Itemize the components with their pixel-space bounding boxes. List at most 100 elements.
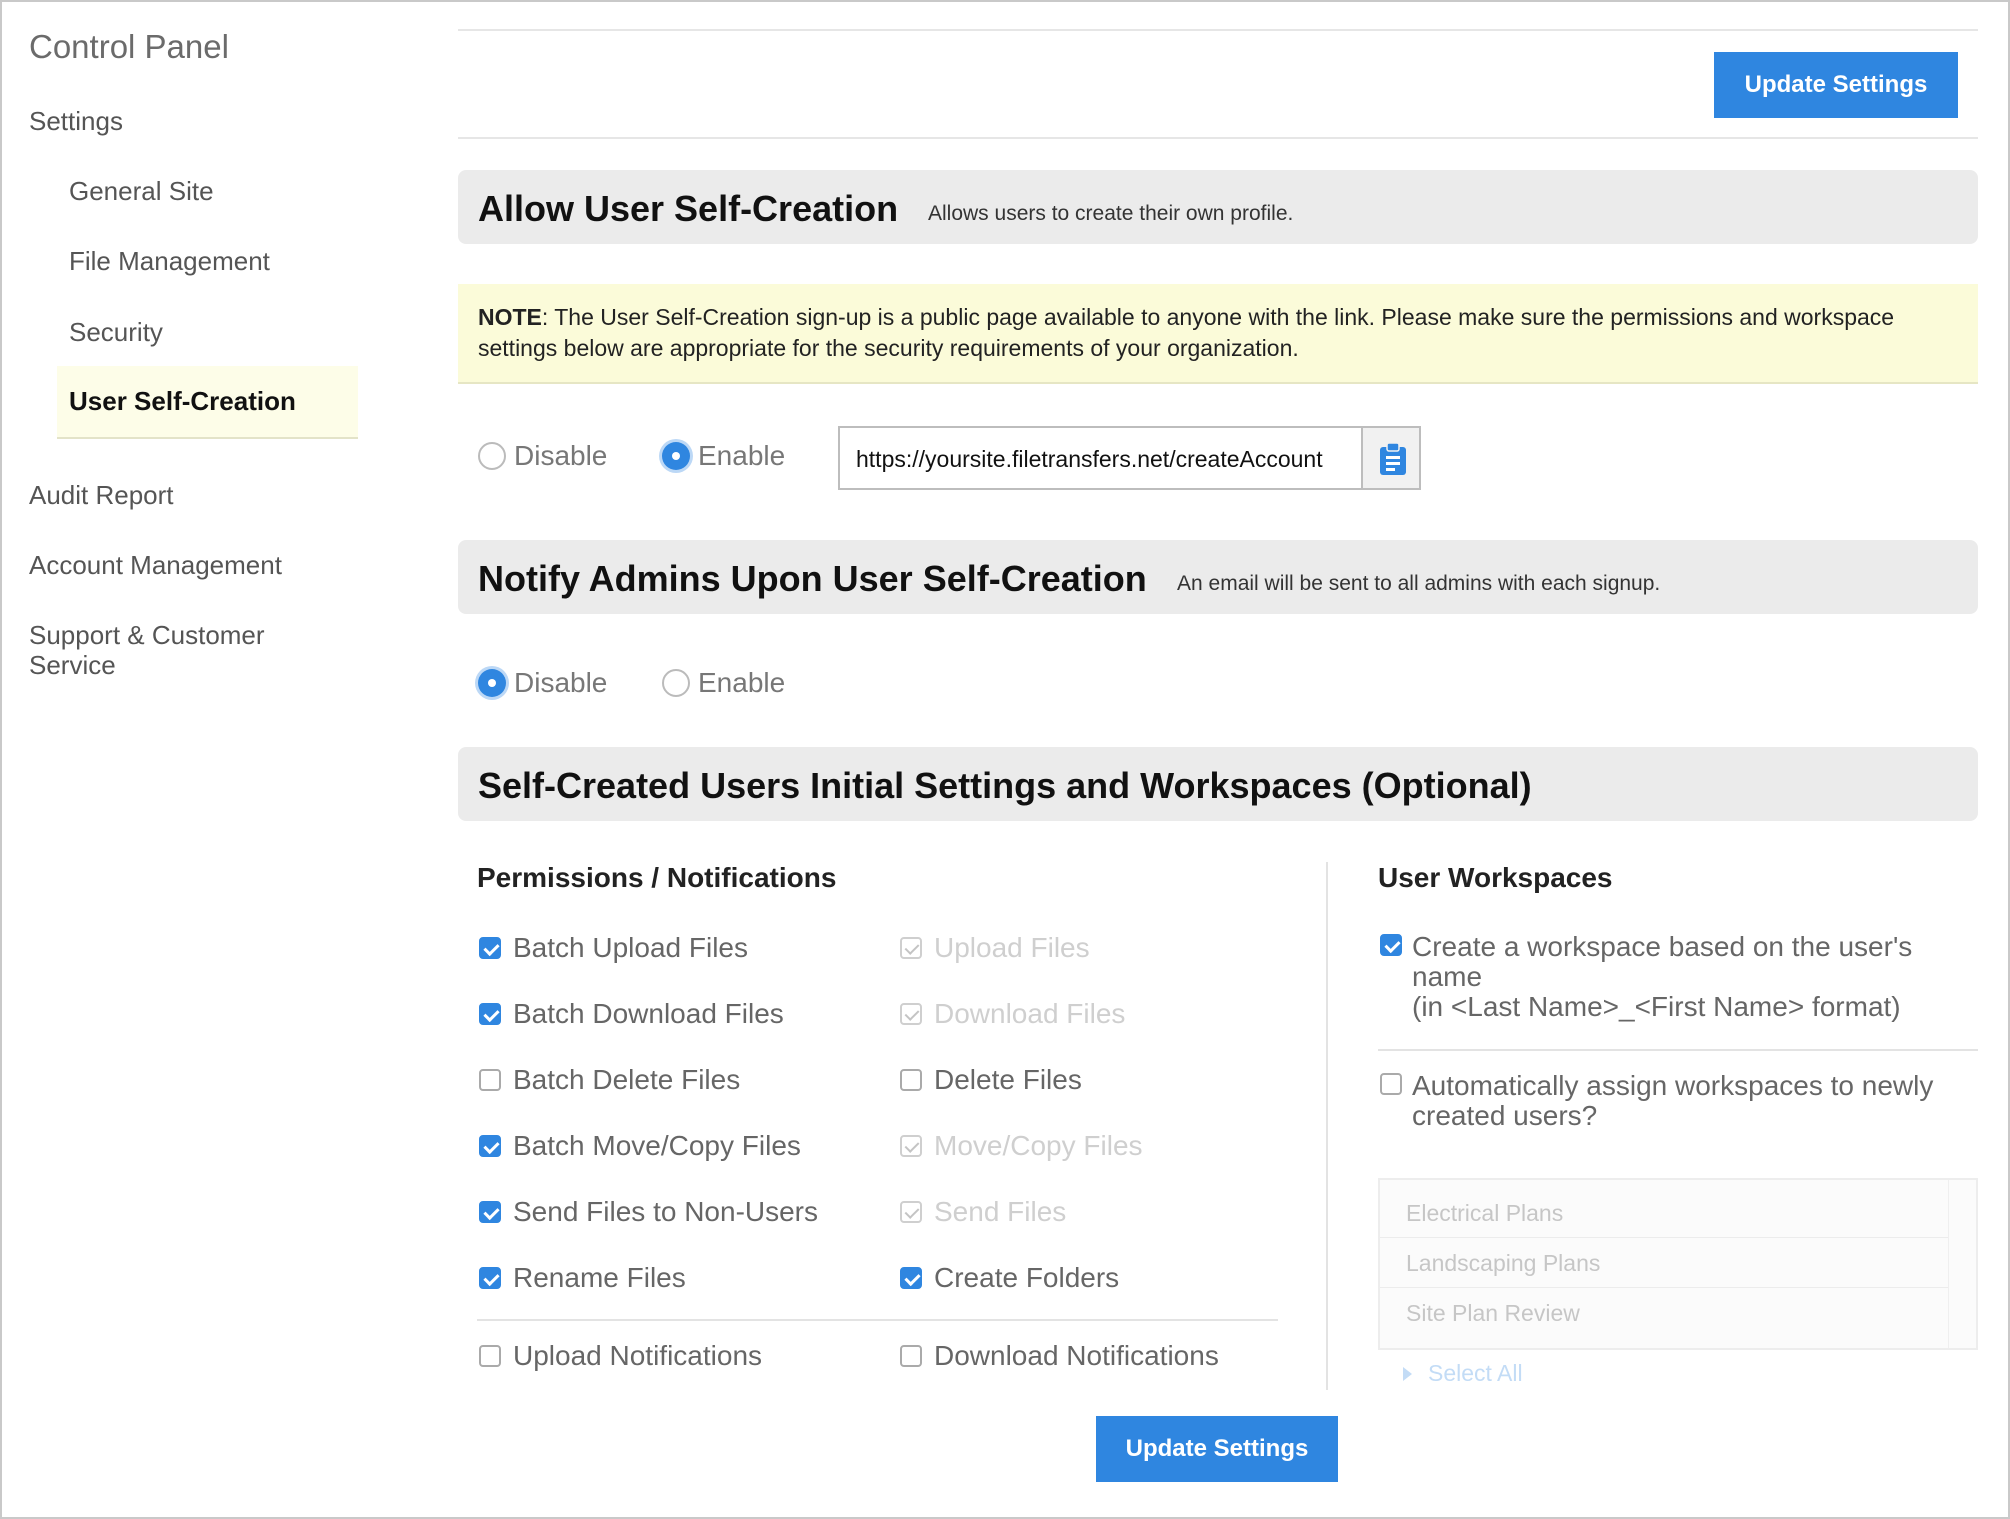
sidebar-item-account-management[interactable]: Account Management: [29, 550, 282, 580]
label-line: Create a workspace based on the user's: [1412, 931, 1913, 962]
checkbox-box: [900, 1003, 922, 1025]
radio-circle-selected: [662, 442, 690, 470]
notify-enable-radio[interactable]: Enable: [662, 667, 785, 699]
update-settings-button-bottom[interactable]: Update Settings: [1096, 1416, 1338, 1482]
divider: [458, 137, 1978, 139]
auto-assign-workspaces-checkbox[interactable]: [1380, 1073, 1414, 1095]
section-description: Allows users to create their own profile…: [928, 202, 1294, 225]
notify-admins-header: Notify Admins Upon User Self-Creation An…: [458, 540, 1978, 614]
note-text: : The User Self-Creation sign-up is a pu…: [478, 304, 1895, 361]
label-line: (in <Last Name>_<First Name> format): [1412, 991, 1901, 1022]
copy-url-button[interactable]: [1361, 426, 1421, 490]
checkbox-box: [1380, 934, 1402, 956]
clipboard-icon: [1380, 442, 1406, 475]
checkbox-label: Batch Download Files: [513, 998, 784, 1029]
label-line: name: [1412, 961, 1483, 992]
workspace-list: Electrical Plans Landscaping Plans Site …: [1378, 1178, 1978, 1350]
permissions-heading: Permissions / Notifications: [477, 862, 837, 893]
checkbox-label: Create Folders: [934, 1262, 1120, 1293]
sidebar-item-general-site[interactable]: General Site: [69, 176, 214, 206]
perm-batch-download-checkbox[interactable]: Batch Download Files: [479, 998, 784, 1030]
update-settings-button-top[interactable]: Update Settings: [1714, 52, 1958, 118]
sidebar: Control Panel Settings General Site File…: [0, 0, 400, 1519]
perm-batch-move-copy-checkbox[interactable]: Batch Move/Copy Files: [479, 1130, 801, 1162]
list-item: Electrical Plans: [1380, 1188, 1948, 1238]
auto-assign-label: Automatically assign workspaces to newly…: [1412, 1071, 1933, 1131]
checkbox-box: [479, 1267, 501, 1289]
sidebar-item-file-management[interactable]: File Management: [69, 246, 270, 276]
divider: [477, 1319, 1278, 1321]
checkbox-label: Batch Move/Copy Files: [513, 1130, 801, 1161]
triangle-right-icon: [1403, 1366, 1412, 1381]
list-item: Site Plan Review: [1406, 1300, 1580, 1326]
perm-send-non-users-checkbox[interactable]: Send Files to Non-Users: [479, 1196, 818, 1228]
allow-enable-radio[interactable]: Enable: [662, 440, 785, 472]
radio-label: Disable: [514, 667, 608, 698]
checkbox-box: [900, 1267, 922, 1289]
sidebar-item-user-self-creation[interactable]: User Self-Creation: [57, 366, 358, 439]
allow-disable-radio[interactable]: Disable: [478, 440, 607, 472]
perm-batch-delete-checkbox[interactable]: Batch Delete Files: [479, 1064, 740, 1096]
radio-circle-selected: [478, 669, 506, 697]
checkbox-box: [479, 1135, 501, 1157]
sidebar-title: Control Panel: [29, 28, 229, 65]
list-item: Landscaping Plans: [1380, 1238, 1948, 1288]
checkbox-label: Download Notifications: [934, 1340, 1219, 1371]
checkbox-label: Upload Files: [934, 932, 1090, 963]
perm-rename-files-checkbox[interactable]: Rename Files: [479, 1262, 686, 1294]
list-scrollbar[interactable]: [1948, 1180, 1976, 1348]
create-workspace-label: Create a workspace based on the user's n…: [1412, 932, 1912, 1022]
select-all-link[interactable]: Select All: [1403, 1360, 1523, 1387]
checkbox-box: [479, 1003, 501, 1025]
create-workspace-checkbox[interactable]: [1380, 934, 1414, 956]
allow-self-creation-header: Allow User Self-Creation Allows users to…: [458, 170, 1978, 244]
label-line: created users?: [1412, 1100, 1598, 1131]
checkbox-box: [900, 937, 922, 959]
sidebar-item-label: User Self-Creation: [69, 386, 296, 416]
perm-create-folders-checkbox[interactable]: Create Folders: [900, 1262, 1119, 1294]
checkbox-box: [900, 1345, 922, 1367]
upload-notifications-checkbox[interactable]: Upload Notifications: [479, 1340, 762, 1372]
checkbox-box: [900, 1201, 922, 1223]
checkbox-label: Batch Delete Files: [513, 1064, 741, 1095]
sidebar-item-settings[interactable]: Settings: [29, 106, 123, 136]
download-notifications-checkbox[interactable]: Download Notifications: [900, 1340, 1219, 1372]
checkbox-label: Upload Notifications: [513, 1340, 763, 1371]
label-line: Automatically assign workspaces to newly: [1412, 1070, 1934, 1101]
checkbox-box: [900, 1069, 922, 1091]
divider: [458, 29, 1978, 31]
perm-batch-upload-checkbox[interactable]: Batch Upload Files: [479, 932, 748, 964]
checkbox-box: [900, 1135, 922, 1157]
perm-download-files-checkbox: Download Files: [900, 998, 1125, 1030]
select-all-label: Select All: [1428, 1360, 1523, 1386]
sidebar-item-support[interactable]: Support & Customer Service: [29, 620, 329, 680]
perm-send-files-checkbox: Send Files: [900, 1196, 1066, 1228]
sidebar-item-audit-report[interactable]: Audit Report: [29, 480, 174, 510]
checkbox-box: [479, 1201, 501, 1223]
divider: [1378, 1049, 1978, 1051]
section-title: Allow User Self-Creation: [478, 188, 899, 229]
perm-delete-files-checkbox[interactable]: Delete Files: [900, 1064, 1082, 1096]
section-title: Notify Admins Upon User Self-Creation: [478, 558, 1147, 599]
initial-settings-header: Self-Created Users Initial Settings and …: [458, 747, 1978, 821]
note-label: NOTE: [478, 304, 542, 330]
workspaces-heading: User Workspaces: [1378, 862, 1613, 893]
radio-circle: [478, 442, 506, 470]
section-title: Self-Created Users Initial Settings and …: [478, 765, 1532, 806]
radio-label: Enable: [698, 667, 786, 698]
checkbox-label: Download Files: [934, 998, 1126, 1029]
checkbox-label: Delete Files: [934, 1064, 1082, 1095]
security-note: NOTE: The User Self-Creation sign-up is …: [458, 284, 1978, 384]
radio-circle: [662, 669, 690, 697]
signup-url-field[interactable]: https://yoursite.filetransfers.net/creat…: [838, 426, 1361, 490]
checkbox-box: [1380, 1073, 1402, 1095]
notify-disable-radio[interactable]: Disable: [478, 667, 607, 699]
radio-label: Disable: [514, 440, 608, 471]
checkbox-label: Rename Files: [513, 1262, 686, 1293]
perm-upload-files-checkbox: Upload Files: [900, 932, 1090, 964]
checkbox-label: Send Files to Non-Users: [513, 1196, 819, 1227]
checkbox-box: [479, 1345, 501, 1367]
perm-move-copy-files-checkbox: Move/Copy Files: [900, 1130, 1143, 1162]
sidebar-item-security[interactable]: Security: [69, 317, 163, 347]
section-description: An email will be sent to all admins with…: [1177, 572, 1661, 595]
